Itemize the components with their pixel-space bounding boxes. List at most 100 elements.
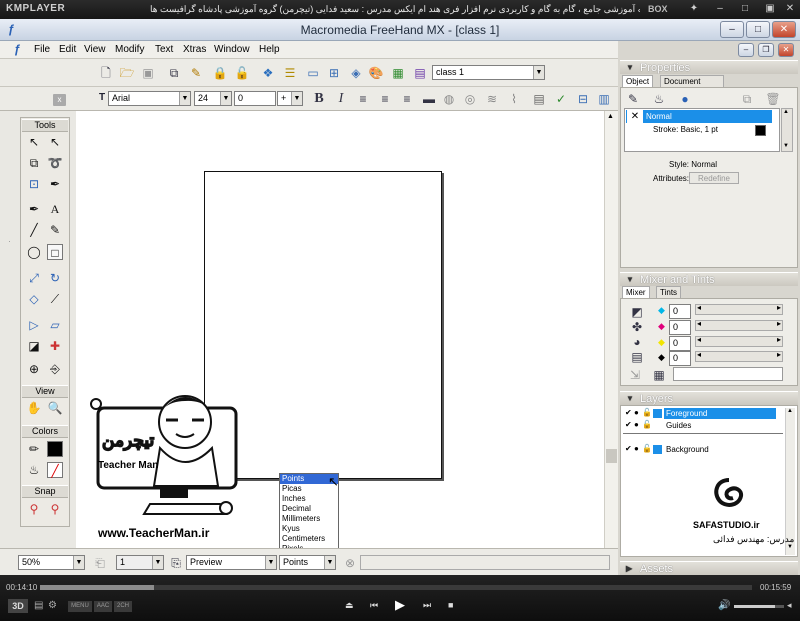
layers-header[interactable]: ▼ Layers xyxy=(620,391,798,405)
next-icon[interactable]: ⏭ xyxy=(423,600,431,611)
layer-color-swatch[interactable] xyxy=(653,409,662,418)
library-icon[interactable]: ▭ xyxy=(305,65,321,81)
text-wrap-icon[interactable]: ◍ xyxy=(441,91,457,107)
settings-icon[interactable]: ▤ xyxy=(34,600,43,611)
pin-icon[interactable]: ✦ xyxy=(688,3,700,15)
cyan-slider[interactable]: ◂ ▸ xyxy=(695,303,783,315)
leading-mode-select[interactable]: + ▼ xyxy=(277,91,303,106)
add-effect-icon[interactable]: ● xyxy=(677,91,693,107)
ellipse-tool-icon[interactable]: ◯ xyxy=(26,244,42,260)
menu-edit[interactable]: Edit xyxy=(59,44,76,55)
tab-tints[interactable]: Tints xyxy=(656,286,682,298)
stroke-color-swatch[interactable] xyxy=(47,441,63,457)
scroll-thumb[interactable] xyxy=(606,449,617,463)
hand-tool-icon[interactable]: ✋ xyxy=(26,400,42,416)
text-ruler-icon[interactable]: ▥ xyxy=(596,91,612,107)
styles-icon[interactable]: ▤ xyxy=(412,65,428,81)
fill-color-icon[interactable]: ♨ xyxy=(26,462,42,478)
previous-page-icon[interactable]: ⎗ xyxy=(92,555,108,571)
export-icon[interactable]: ✎ xyxy=(188,65,204,81)
align-icon[interactable]: ☰ xyxy=(282,65,298,81)
close-button[interactable]: ✕ xyxy=(772,21,796,38)
blend-tool-icon[interactable]: ✚ xyxy=(47,338,63,354)
add-stroke-icon[interactable]: ✎ xyxy=(625,91,641,107)
flow-inside-icon[interactable]: ≋ xyxy=(484,91,500,107)
document-select[interactable]: class 1 ▼ xyxy=(432,65,545,80)
stroke-color-icon[interactable]: ✏ xyxy=(26,441,42,457)
add-to-swatches-icon[interactable]: ⇲ xyxy=(627,367,643,383)
chevron-down-icon[interactable]: ▼ xyxy=(152,556,163,569)
menu-help[interactable]: Help xyxy=(259,44,280,55)
minimize-button[interactable]: – xyxy=(720,21,744,38)
gear-icon[interactable]: ⚙ xyxy=(48,600,57,611)
player-maximize-icon[interactable]: □ xyxy=(739,3,751,15)
collapse-arrow-icon[interactable]: ▼ xyxy=(626,61,634,75)
eraser-tool-icon[interactable]: ◇ xyxy=(26,291,42,307)
chevron-down-icon[interactable]: ▼ xyxy=(324,556,335,569)
snap-to-point-icon[interactable]: ⚲ xyxy=(26,501,42,517)
rotate-tool-icon[interactable]: ↻ xyxy=(47,270,63,286)
scroll-up-icon[interactable]: ▲ xyxy=(607,113,614,120)
cyan-input[interactable]: 0 xyxy=(669,304,691,319)
player-close-icon[interactable]: ✕ xyxy=(784,3,796,15)
view-mode-dot-icon[interactable]: ● xyxy=(634,444,639,453)
justify-icon[interactable]: ▬ xyxy=(421,91,437,107)
page-select[interactable]: 1 ▼ xyxy=(116,555,164,570)
bold-icon[interactable]: B xyxy=(311,91,327,107)
black-slider[interactable]: ◂ ▸ xyxy=(695,350,783,362)
chevron-down-icon[interactable]: ▼ xyxy=(179,92,190,105)
player-fullscreen-icon[interactable]: ▣ xyxy=(764,3,776,15)
perspective-tool-icon[interactable]: ⊕ xyxy=(26,361,42,377)
units-option[interactable]: Millimeters xyxy=(280,514,338,524)
document-icon[interactable]: ƒ xyxy=(14,42,21,56)
snap-to-grid-icon[interactable]: ⚲ xyxy=(47,501,63,517)
align-center-icon[interactable]: ≡ xyxy=(377,91,393,107)
chevron-down-icon[interactable]: ▼ xyxy=(533,66,544,79)
layers-scrollbar[interactable]: ▲ ▼ xyxy=(785,408,795,555)
mute-icon[interactable]: ◂ xyxy=(787,600,792,611)
zoom-select[interactable]: 50% ▼ xyxy=(18,555,85,570)
layer-name[interactable]: Foreground xyxy=(664,408,776,419)
align-left-icon[interactable]: ≡ xyxy=(355,91,371,107)
vertical-scrollbar[interactable]: ▲ xyxy=(604,111,618,548)
line-tool-icon[interactable]: ╱ xyxy=(26,222,42,238)
visibility-check-icon[interactable]: ✔ xyxy=(625,408,632,417)
eject-icon[interactable]: ⏏ xyxy=(345,600,354,611)
find-replace-icon[interactable]: ⊟ xyxy=(575,91,591,107)
pen-tool-icon[interactable]: ✒ xyxy=(26,201,42,217)
save-icon[interactable]: ▣ xyxy=(140,65,156,81)
color-grid-icon[interactable]: ▦ xyxy=(651,367,667,383)
rgb-icon[interactable]: ✤ xyxy=(629,319,645,335)
scroll-down-icon[interactable]: ▼ xyxy=(783,143,789,149)
duplicate-item-icon[interactable]: ⧉ xyxy=(739,91,755,107)
black-input[interactable]: 0 xyxy=(669,351,691,366)
delete-item-icon[interactable]: 🗑 xyxy=(765,91,781,107)
menu-xtras[interactable]: Xtras xyxy=(183,44,206,55)
lock-icon[interactable]: 🔒 xyxy=(212,65,228,81)
stop-icon[interactable]: ■ xyxy=(448,600,453,610)
units-select[interactable]: Points ▼ xyxy=(279,555,336,570)
fill-color-swatch[interactable]: ╱ xyxy=(47,462,63,478)
chevron-down-icon[interactable]: ▼ xyxy=(220,92,231,105)
skew-tool-icon[interactable]: ▱ xyxy=(47,317,63,333)
symbols-icon[interactable]: ⊞ xyxy=(326,65,342,81)
properties-header[interactable]: ▼ Properties xyxy=(620,60,798,74)
spelling-icon[interactable]: ✓ xyxy=(553,91,569,107)
menu-file[interactable]: File xyxy=(34,44,50,55)
panel-restore-button[interactable]: ❐ xyxy=(758,43,774,57)
page-tool-icon[interactable]: ⧉ xyxy=(26,155,42,171)
font-size-select[interactable]: 24 ▼ xyxy=(194,91,232,106)
close-icon[interactable]: x xyxy=(53,94,66,106)
lasso-tool-icon[interactable]: ➰ xyxy=(47,155,63,171)
pencil-tool-icon[interactable]: ✎ xyxy=(47,222,63,238)
italic-icon[interactable]: I xyxy=(333,91,349,107)
maximize-button[interactable]: □ xyxy=(746,21,770,38)
3d-badge[interactable]: 3D xyxy=(8,599,28,613)
font-select[interactable]: Arial ▼ xyxy=(108,91,191,106)
scroll-up-icon[interactable]: ▲ xyxy=(783,109,789,115)
magenta-input[interactable]: 0 xyxy=(669,320,691,335)
transform-icon[interactable]: ❖ xyxy=(260,65,276,81)
layer-row-background[interactable]: ✔ ● 🔓 Background xyxy=(623,444,785,455)
swatches-icon[interactable]: 🎨 xyxy=(368,65,384,81)
collapse-arrow-icon[interactable]: ▼ xyxy=(626,273,634,287)
